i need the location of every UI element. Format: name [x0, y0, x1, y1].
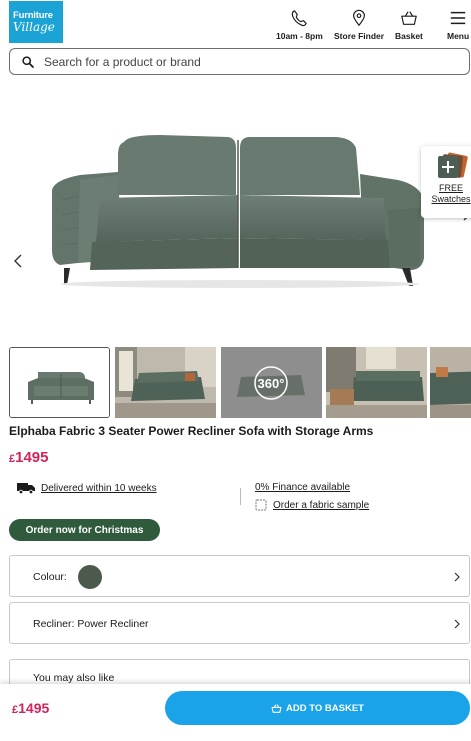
basket-icon [271, 703, 282, 713]
chevron-right-icon [454, 572, 460, 582]
sticky-price-value: 1495 [18, 700, 50, 716]
product-price: £1495 [9, 449, 49, 466]
basket-label: Basket [395, 31, 423, 41]
product-title: Elphaba Fabric 3 Seater Power Recliner S… [9, 424, 374, 438]
location-pin-icon [353, 9, 366, 27]
thumbnail-2[interactable] [115, 347, 216, 418]
basket-link[interactable]: Basket [395, 9, 423, 41]
opening-hours-link[interactable]: 10am - 8pm [276, 9, 323, 41]
opening-hours-label: 10am - 8pm [276, 31, 323, 41]
recliner-selector[interactable]: Recliner: Power Recliner [9, 602, 470, 644]
thumbnail-1[interactable] [9, 347, 110, 418]
thumbnail-3-360[interactable]: 360° [221, 347, 322, 418]
thumbnail-living-room-2 [326, 347, 427, 418]
thumbnail-living-room-3 [430, 347, 471, 418]
fabric-sample-info[interactable]: Order a fabric sample [255, 499, 369, 511]
furniture-village-logo[interactable]: Furniture Village [9, 1, 63, 43]
fabric-sample-link[interactable]: Order a fabric sample [273, 500, 369, 511]
product-image-carousel[interactable] [0, 80, 471, 342]
thumbnail-360-view: 360° [221, 347, 322, 418]
logo-line-1: Furniture [13, 9, 53, 21]
fabric-sample-icon [255, 499, 267, 511]
price-value: 1495 [15, 449, 49, 466]
thumbnail-living-room-1 [115, 347, 216, 418]
thumbnail-sofa-front [10, 348, 109, 417]
delivery-truck-icon [17, 483, 35, 494]
add-to-basket-button[interactable]: ADD TO BASKET [165, 691, 470, 725]
store-finder-link[interactable]: Store Finder [334, 9, 384, 41]
swatch-label-free: FREE [438, 183, 463, 193]
menu-button[interactable]: Menu [447, 9, 469, 41]
thumbnail-4[interactable] [326, 347, 427, 418]
add-to-basket-label: ADD TO BASKET [286, 702, 364, 714]
colour-label: Colour: [33, 571, 67, 583]
finance-link[interactable]: 0% Finance available [255, 482, 350, 493]
sticky-price: £1495 [12, 700, 49, 716]
colour-selector[interactable]: Colour: [9, 555, 470, 597]
logo-line-2: Village [13, 19, 55, 34]
sticky-purchase-bar: £1495 ADD TO BASKET [0, 684, 471, 741]
fabric-swatches-icon [438, 152, 468, 178]
delivery-info[interactable]: Delivered within 10 weeks [17, 482, 157, 494]
finance-info[interactable]: 0% Finance available [255, 482, 350, 493]
also-like-label: You may also like [33, 672, 115, 684]
hamburger-menu-icon [450, 11, 466, 25]
search-bar[interactable] [9, 48, 470, 75]
menu-label: Menu [447, 31, 470, 41]
sofa-product-image [52, 135, 424, 288]
site-header: Furniture Village 10am - 8pm Store Finde… [0, 0, 471, 46]
thumbnail-strip: 360° [9, 347, 471, 419]
store-finder-label: Store Finder [334, 31, 385, 41]
recliner-label: Recliner: Power Recliner [33, 618, 149, 630]
chevron-right-icon [454, 619, 460, 629]
christmas-promo-badge: Order now for Christmas [9, 519, 160, 541]
info-divider [240, 488, 241, 505]
free-swatches-button[interactable]: FREE Swatches [421, 146, 471, 218]
phone-icon [292, 10, 308, 27]
360-view-label: 360° [258, 376, 285, 391]
thumbnail-5[interactable] [430, 347, 471, 418]
colour-swatch [78, 565, 102, 589]
search-icon [22, 55, 34, 68]
search-input[interactable] [44, 54, 444, 69]
delivery-link[interactable]: Delivered within 10 weeks [41, 483, 157, 494]
previous-image-arrow-icon[interactable] [10, 253, 26, 269]
swatch-label-swatches: Swatches [431, 194, 471, 204]
basket-icon [401, 11, 417, 25]
